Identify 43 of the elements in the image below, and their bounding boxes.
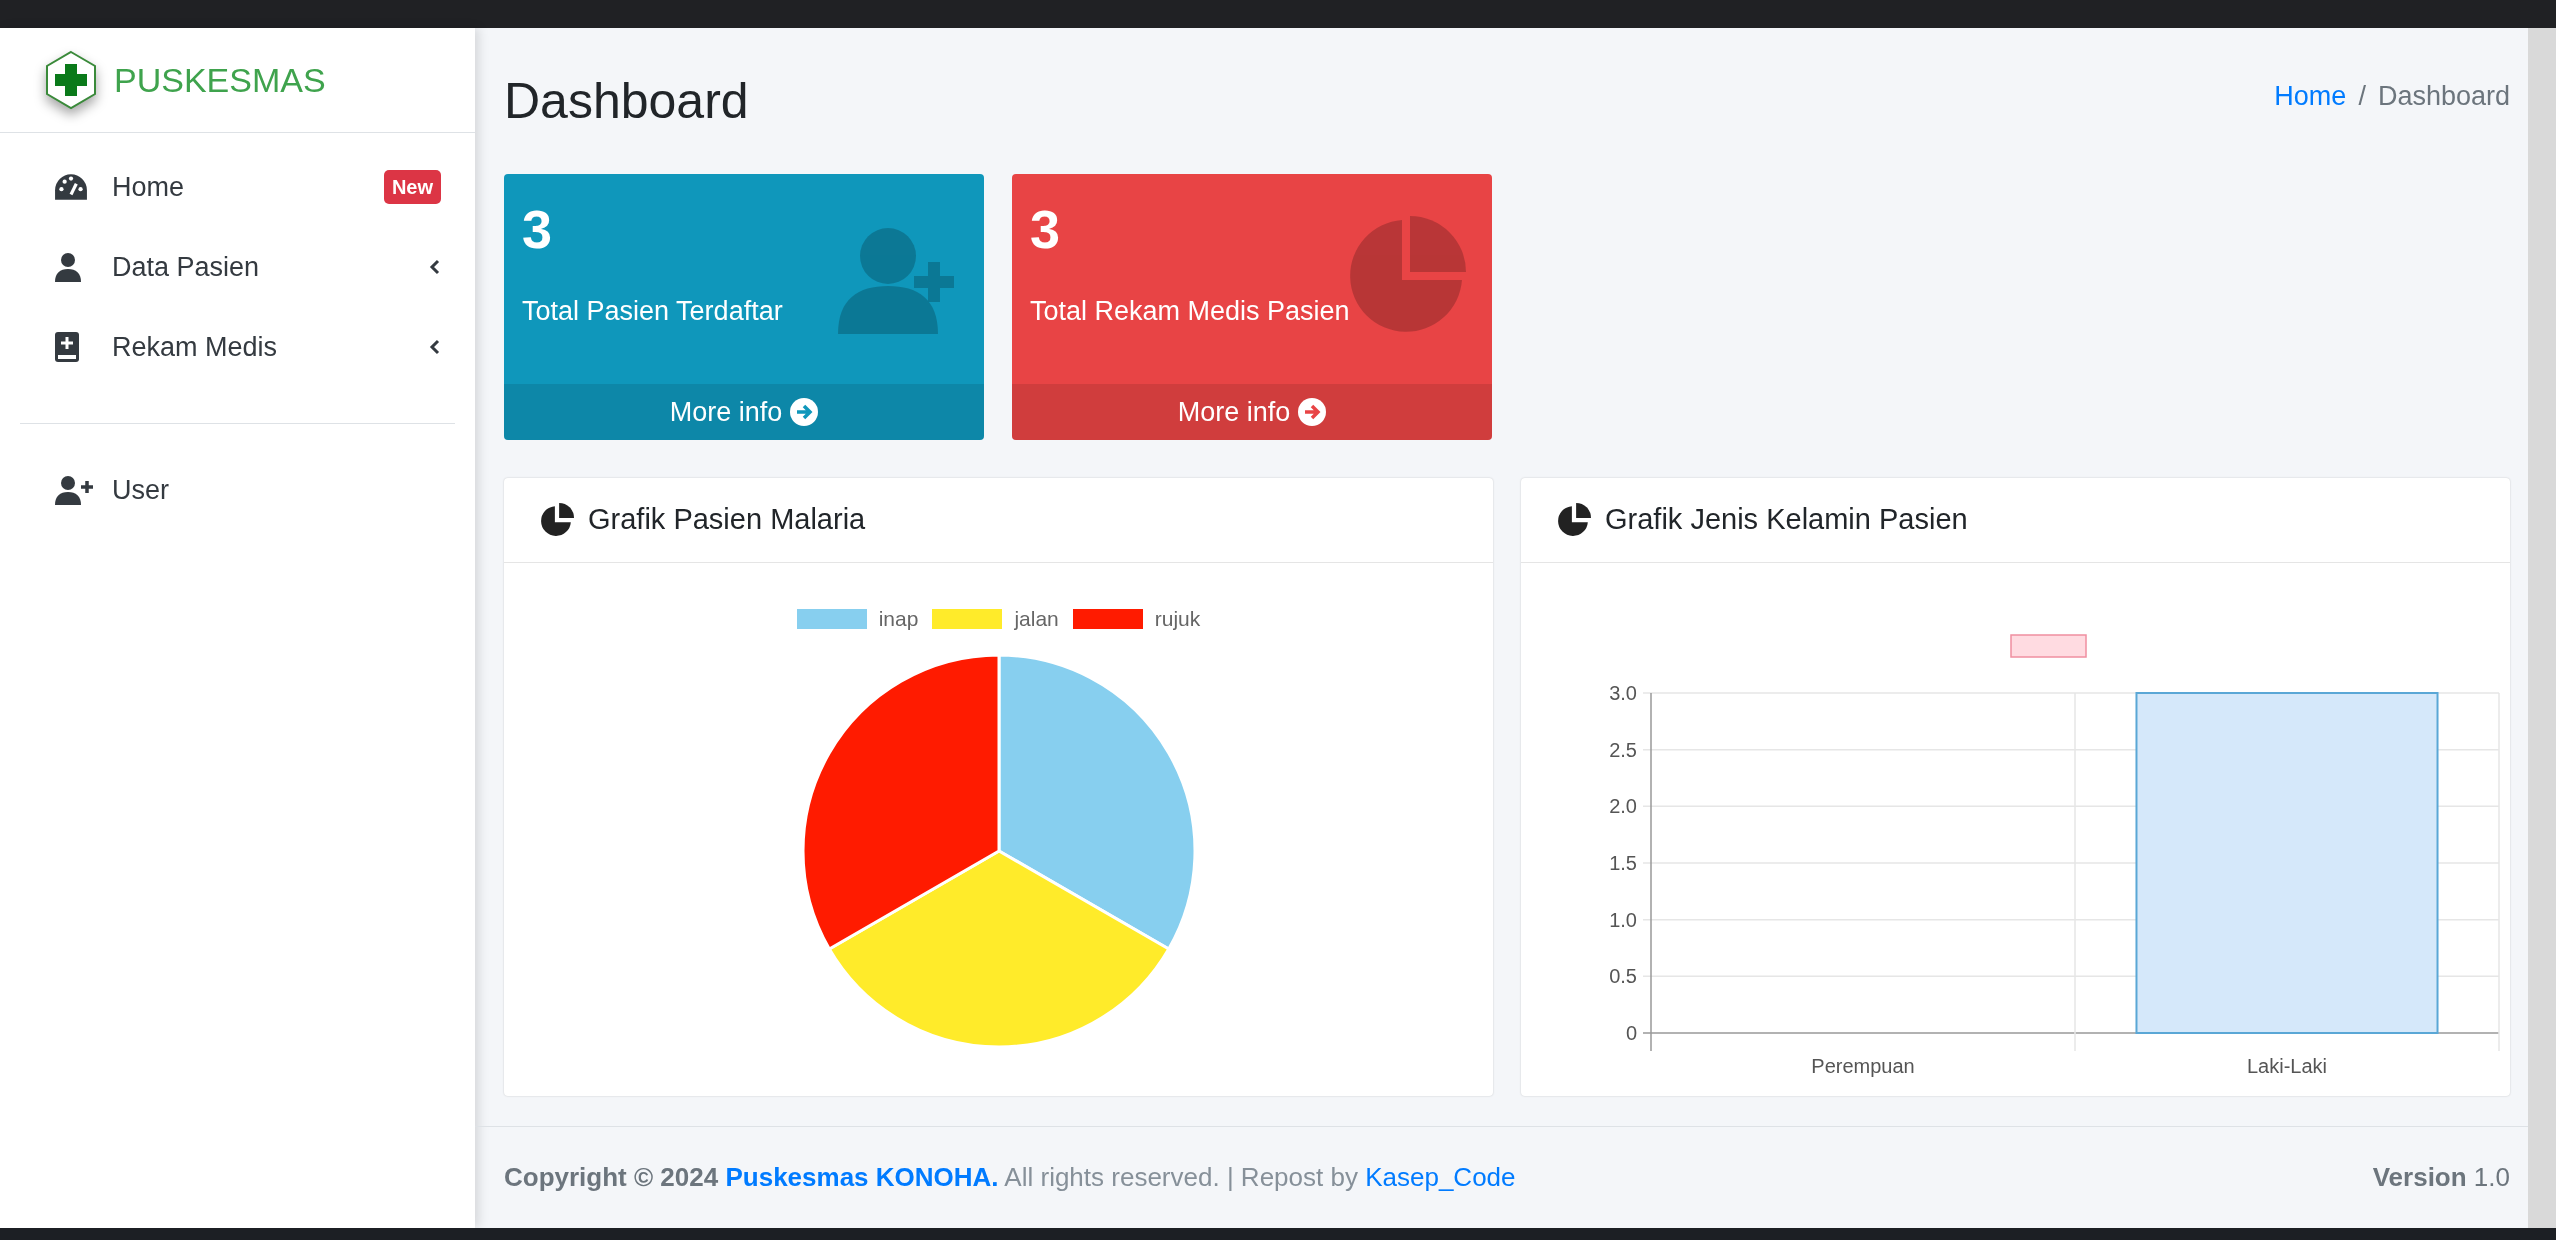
y-tick-label: 1.0 — [1609, 908, 1637, 931]
stat-value: 3 — [522, 200, 554, 260]
brand-name: PUSKESMAS — [114, 59, 326, 101]
breadcrumb-current: Dashboard — [2377, 79, 2510, 113]
breadcrumb-separator: / — [2358, 79, 2366, 113]
stat-value: 3 — [1030, 200, 1062, 260]
medical-book-icon — [54, 331, 80, 363]
chart-title: Grafik Pasien Malaria — [588, 502, 866, 538]
person-icon — [54, 252, 82, 282]
user-plus-icon — [54, 475, 94, 505]
sidebar-item[interactable]: Rekam Medis — [0, 307, 475, 387]
y-tick-label: 0 — [1625, 1022, 1637, 1044]
chart-title: Grafik Jenis Kelamin Pasien — [1605, 502, 1968, 538]
pie-chart-icon — [540, 503, 574, 537]
stat-label: Total Rekam Medis Pasien — [1030, 295, 1351, 329]
more-info-link[interactable]: More info — [1012, 384, 1492, 440]
stat-label: Total Pasien Terdaftar — [522, 295, 784, 329]
sidebar-item[interactable]: Data Pasien — [0, 227, 475, 307]
sidebar-item[interactable]: Home New — [0, 147, 475, 227]
author-link[interactable]: Kasep_Code — [1365, 1162, 1516, 1192]
version-text: Version 1.0 — [2372, 1161, 2510, 1194]
more-info-link[interactable]: More info — [504, 384, 984, 440]
legend-label: rujuk — [1154, 606, 1201, 632]
legend-label: jalan — [1014, 606, 1059, 632]
x-category-label: Laki-Laki — [2247, 1055, 2327, 1077]
dashboard-gauge-icon — [54, 172, 88, 202]
brand-link[interactable]: Puskesmas KONOHA. — [725, 1162, 999, 1192]
x-category-label: Perempuan — [1811, 1055, 1915, 1077]
pie-chart-icon — [1557, 503, 1591, 537]
page-title: Dashboard — [504, 71, 749, 131]
sidebar-item[interactable]: User — [20, 450, 455, 530]
y-tick-label: 1.5 — [1609, 852, 1637, 874]
legend-label: inap — [878, 606, 919, 632]
y-tick-label: 2.5 — [1609, 738, 1637, 761]
logo-icon — [44, 50, 98, 110]
new-badge: New — [383, 170, 441, 204]
y-tick-label: 2.0 — [1609, 795, 1637, 818]
breadcrumb-link[interactable]: Home — [2274, 75, 2347, 117]
y-tick-label: 0.5 — [1609, 965, 1637, 988]
y-tick-label: 3.0 — [1609, 682, 1637, 704]
arrow-circle-right-icon — [790, 398, 819, 426]
arrow-circle-right-icon — [1298, 398, 1327, 426]
copyright-text: Copyright © 2024 Puskesmas KONOHA. All rights reserved. | Repost by Kasep_Code — [504, 1161, 1516, 1194]
